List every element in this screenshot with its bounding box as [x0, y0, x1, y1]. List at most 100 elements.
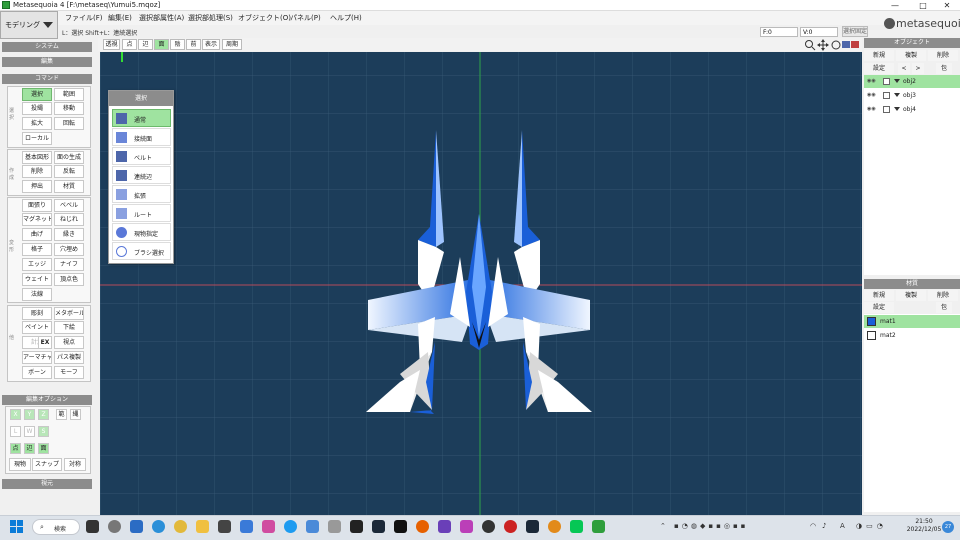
taskbar-search[interactable]: ⌕ 検索 — [32, 519, 80, 535]
weight-button[interactable]: ウェイト — [22, 273, 52, 286]
lattice-button[interactable]: 格子 — [22, 243, 52, 256]
material-settings-button[interactable]: 設定 — [864, 302, 894, 313]
app-icon[interactable] — [328, 520, 341, 533]
material-delete-button[interactable]: 削除 — [928, 290, 958, 301]
select-brush-item[interactable]: ブラシ選択 — [112, 242, 171, 260]
scale-tool-button[interactable]: 拡大 — [22, 117, 52, 130]
material-new-button[interactable]: 新規 — [864, 290, 894, 301]
ex-button[interactable]: EX — [38, 336, 52, 349]
bend-button[interactable]: 曲げ — [22, 228, 52, 241]
minimize-button[interactable]: — — [882, 0, 908, 11]
maximize-button[interactable]: □ — [910, 0, 936, 11]
select-route-item[interactable]: ルート — [112, 204, 171, 222]
mic-icon[interactable]: ♪ — [822, 522, 826, 530]
twist-button[interactable]: ねじれ — [54, 213, 84, 226]
edge-icon[interactable] — [152, 520, 165, 533]
bevel-button[interactable]: ベベル — [54, 199, 84, 212]
lock-checkbox[interactable] — [883, 106, 890, 113]
expand-icon[interactable] — [894, 93, 900, 97]
app-icon[interactable] — [460, 520, 473, 533]
cycle-button[interactable]: 周期 — [222, 39, 242, 50]
magnet-button[interactable]: マグネット — [22, 213, 52, 226]
menu-file[interactable]: ファイル(F) — [65, 13, 103, 23]
visibility-icon[interactable]: ◉◉ — [867, 92, 879, 99]
range-tool-button[interactable]: 範囲 — [54, 88, 84, 101]
material-merge-button[interactable]: 包 — [936, 302, 952, 313]
morph-button[interactable]: モーフ — [54, 366, 84, 379]
fill-hole-button[interactable]: 穴埋め — [54, 243, 84, 256]
material-row[interactable]: mat1 — [864, 315, 960, 328]
knife-button[interactable]: ナイフ — [54, 258, 84, 271]
coord-local-button[interactable]: L — [10, 426, 21, 437]
ime-indicator[interactable]: A — [840, 522, 845, 530]
widgets-icon[interactable] — [130, 520, 143, 533]
menu-object[interactable]: オブジェクト(O) — [238, 13, 291, 23]
paint-button[interactable]: ペイント — [22, 321, 52, 334]
wifi-icon[interactable]: ◠ — [810, 522, 816, 530]
edge-button[interactable]: エッジ — [22, 258, 52, 271]
snap-button[interactable]: スナップ — [32, 458, 62, 471]
mode-dropdown[interactable]: モデリング — [0, 11, 58, 39]
current-object-button[interactable]: 現物 — [9, 458, 31, 471]
command-header[interactable]: コマンド — [2, 74, 92, 84]
rotate-view-icon[interactable] — [831, 40, 841, 50]
face-fill-button[interactable]: 面張り — [22, 199, 52, 212]
tray-icons[interactable]: ▪◔◍◆▪▪◎▪▪ — [674, 522, 748, 530]
windows-start-icon[interactable] — [10, 520, 23, 533]
menu-edit[interactable]: 編集(E) — [108, 13, 132, 23]
object-down-button[interactable]: > — [912, 63, 924, 74]
explorer-icon[interactable] — [196, 520, 209, 533]
axis-z-button[interactable]: Z — [38, 409, 49, 420]
notification-badge[interactable]: 27 — [942, 521, 954, 533]
object-row[interactable]: ◉◉ obj3 — [864, 89, 960, 102]
store-icon[interactable] — [218, 520, 231, 533]
metaball-button[interactable]: メタボール — [54, 307, 84, 320]
axis-y-button[interactable]: Y — [24, 409, 35, 420]
steam-icon[interactable] — [526, 520, 539, 533]
chrome-icon[interactable] — [174, 520, 187, 533]
menu-panel[interactable]: パネル(P) — [290, 13, 321, 23]
range-option-button[interactable]: 範 — [56, 409, 67, 420]
shade-button[interactable]: 陰 — [170, 39, 185, 50]
object-merge-button[interactable]: 包 — [936, 63, 952, 74]
edit-options-header[interactable]: 編集オプション — [2, 395, 92, 405]
flip-button[interactable]: 反転 — [54, 165, 84, 178]
bone-button[interactable]: ボーン — [22, 366, 52, 379]
expand-icon[interactable] — [894, 79, 900, 83]
select-connected-item[interactable]: 接続面 — [112, 128, 171, 146]
edge-mode-button[interactable]: 辺 — [24, 443, 35, 454]
armature-button[interactable]: アーマチャー — [22, 351, 52, 364]
point-mode-button[interactable]: 点 — [10, 443, 21, 454]
edit-header[interactable]: 編集 — [2, 57, 92, 67]
line-icon[interactable] — [570, 520, 583, 533]
firefox-icon[interactable] — [416, 520, 429, 533]
select-tool-button[interactable]: 選択 — [22, 88, 52, 101]
select-loop-item[interactable]: 連続辺 — [112, 166, 171, 184]
instagram-icon[interactable] — [262, 520, 275, 533]
vertex-color-button[interactable]: 頂点色 — [54, 273, 84, 286]
grid-icon[interactable] — [842, 41, 859, 48]
delete-button[interactable]: 削除 — [22, 165, 52, 178]
viewpoint-button[interactable]: 視点 — [54, 336, 84, 349]
lock-checkbox[interactable] — [883, 78, 890, 85]
rotate-tool-button[interactable]: 回転 — [54, 117, 84, 130]
tray-chevron-icon[interactable]: ⌃ — [660, 522, 666, 530]
material-button[interactable]: 材質 — [54, 180, 84, 193]
normal-button[interactable]: 法線 — [22, 288, 52, 301]
material-row[interactable]: mat2 — [864, 329, 960, 342]
perspective-button[interactable]: 透視 — [103, 39, 120, 50]
lasso-option-button[interactable]: 縄 — [70, 409, 81, 420]
3d-viewport[interactable] — [100, 52, 862, 515]
epic-games-icon[interactable] — [350, 520, 363, 533]
symmetry-button[interactable]: 対称 — [64, 458, 86, 471]
face-mode-button[interactable]: 面 — [38, 443, 49, 454]
zoom-icon[interactable] — [805, 40, 816, 51]
lock-checkbox[interactable] — [883, 92, 890, 99]
object-up-button[interactable]: < — [898, 63, 910, 74]
system-tray-icons[interactable]: ◑▭◔ — [856, 522, 887, 530]
menu-select-attr[interactable]: 選択部属性(A) — [139, 13, 184, 23]
select-belt-item[interactable]: ベルト — [112, 147, 171, 165]
lasso-tool-button[interactable]: 投縄 — [22, 102, 52, 115]
path-copy-button[interactable]: パス複製 — [54, 351, 84, 364]
materials-header[interactable]: 材質 — [864, 279, 960, 289]
